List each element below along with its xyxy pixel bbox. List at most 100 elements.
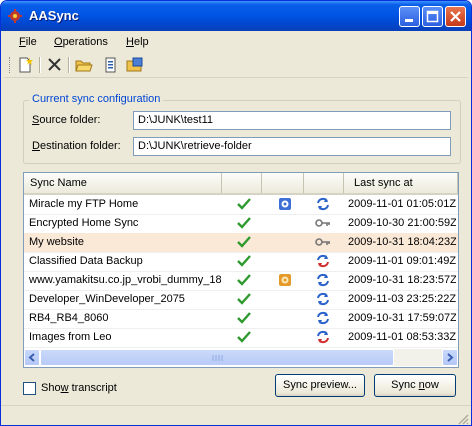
- source-folder-field[interactable]: D:\JUNK\test11: [133, 111, 451, 130]
- sync-now-button[interactable]: Sync now: [374, 374, 456, 397]
- menu-help[interactable]: Help: [126, 36, 149, 48]
- menu-file[interactable]: File: [19, 36, 37, 48]
- toolbar-separator: [68, 57, 70, 73]
- column-header-sync-name[interactable]: Sync Name: [24, 173, 222, 193]
- table-row[interactable]: RB4_RB4_8060 2009-10-31 17:59:07Z: [24, 309, 458, 329]
- direction-cell: [315, 273, 331, 290]
- table-row[interactable]: My website 2009-10-31 18:04:23Z: [24, 233, 458, 253]
- destination-folder-field[interactable]: D:\JUNK\retrieve-folder: [133, 137, 451, 156]
- table-row[interactable]: Developer_WinDeveloper_2075 2009-11-03 23…: [24, 290, 458, 310]
- sync-blue-icon: [317, 197, 329, 211]
- source-folder-label: Source folder:: [32, 114, 101, 126]
- scroll-thumb[interactable]: [40, 349, 394, 366]
- close-button[interactable]: [445, 6, 466, 27]
- check-icon: [237, 331, 251, 343]
- sync-red-icon: [317, 330, 329, 344]
- column-header-status[interactable]: [222, 173, 262, 193]
- sync-blue-icon: [317, 311, 329, 325]
- maximize-button[interactable]: [422, 6, 443, 27]
- show-transcript-checkbox[interactable]: [23, 382, 36, 395]
- maximize-icon: [426, 10, 439, 23]
- last-sync-cell: 2009-10-31 18:23:57Z: [348, 274, 456, 286]
- minimize-button[interactable]: [399, 6, 420, 27]
- sync-preview-button[interactable]: Sync preview...: [275, 374, 365, 397]
- table-row[interactable]: Images from Leo 2009-11-01 08:53:33Z: [24, 328, 458, 348]
- sync-name-cell: Miracle my FTP Home: [29, 198, 139, 210]
- last-sync-cell: 2009-11-01 01:05:01Z: [348, 198, 456, 210]
- last-sync-cell: 2009-11-01 08:53:33Z: [348, 331, 456, 343]
- activity-cell: [277, 273, 293, 290]
- delete-icon[interactable]: [45, 56, 65, 74]
- last-sync-cell: 2009-10-31 17:59:07Z: [348, 312, 456, 324]
- direction-cell: [315, 235, 331, 252]
- properties-icon[interactable]: [101, 56, 121, 74]
- app-icon: [8, 9, 22, 23]
- column-header-direction[interactable]: [304, 173, 344, 193]
- sync-name-cell: My website: [29, 236, 85, 248]
- scroll-left-button[interactable]: [24, 349, 40, 366]
- gear-blue-icon: [279, 198, 291, 210]
- activity-cell: [277, 197, 293, 214]
- group-title: Current sync configuration: [29, 93, 164, 105]
- status-cell: [236, 311, 252, 328]
- direction-cell: [315, 254, 331, 271]
- status-cell: [236, 235, 252, 252]
- toolbar: [4, 53, 468, 78]
- check-icon: [237, 274, 251, 286]
- table-row[interactable]: Miracle my FTP Home 2009-11-01 01:05:01Z: [24, 195, 458, 215]
- direction-cell: [315, 330, 331, 347]
- sync-name-cell: www.yamakitsu.co.jp_vrobi_dummy_188: [29, 274, 221, 286]
- last-sync-cell: 2009-10-30 21:00:59Z: [348, 217, 456, 229]
- horizontal-scrollbar[interactable]: [24, 349, 458, 366]
- key-icon: [315, 219, 330, 227]
- list-header: Sync Name Last sync at: [24, 173, 458, 195]
- close-icon: [450, 11, 461, 22]
- table-row[interactable]: www.yamakitsu.co.jp_vrobi_dummy_188 2009-…: [24, 271, 458, 291]
- scroll-left-icon: [28, 353, 35, 362]
- direction-cell: [315, 311, 331, 328]
- new-sync-icon[interactable]: [15, 56, 35, 74]
- direction-cell: [315, 197, 331, 214]
- sync-name-cell: RB4_RB4_8060: [29, 312, 109, 324]
- sync-list[interactable]: Sync Name Last sync at Miracle my FTP Ho…: [23, 172, 459, 368]
- window-title: AASync: [29, 8, 79, 23]
- title-bar[interactable]: AASync: [1, 1, 471, 31]
- check-icon: [237, 255, 251, 267]
- menu-bar: File Operations Help: [4, 32, 468, 52]
- open-folder-icon[interactable]: [74, 56, 94, 74]
- table-row[interactable]: Classified Data Backup 2009-11-01 09:01:4…: [24, 252, 458, 272]
- status-cell: [236, 330, 252, 347]
- menu-operations[interactable]: Operations: [54, 36, 108, 48]
- scroll-right-button[interactable]: [442, 349, 458, 366]
- check-icon: [237, 293, 251, 305]
- last-sync-cell: 2009-11-03 23:25:22Z: [348, 293, 456, 305]
- table-row[interactable]: Encrypted Home Sync 2009-10-30 21:00:59Z: [24, 214, 458, 234]
- column-header-activity[interactable]: [262, 173, 304, 193]
- gear-orange-icon: [279, 274, 291, 286]
- status-bar: [1, 405, 471, 425]
- status-cell: [236, 197, 252, 214]
- direction-cell: [315, 216, 331, 233]
- destination-folder-label: Destination folder:: [32, 140, 121, 152]
- check-icon: [237, 198, 251, 210]
- sync-name-cell: Encrypted Home Sync: [29, 217, 139, 229]
- resize-grip-icon[interactable]: [457, 413, 469, 425]
- sync-name-cell: Images from Leo: [29, 331, 112, 343]
- sync-blue-icon: [317, 273, 329, 287]
- status-cell: [236, 254, 252, 271]
- check-icon: [237, 236, 251, 248]
- minimize-icon: [405, 19, 413, 22]
- column-header-last-sync[interactable]: Last sync at: [344, 173, 458, 193]
- check-icon: [237, 217, 251, 229]
- toolbar-separator: [39, 57, 41, 73]
- show-transcript-label[interactable]: Show transcript: [41, 382, 117, 394]
- main-window: AASync File Operations Help Current sync…: [0, 0, 472, 426]
- sync-red-icon: [317, 254, 329, 268]
- status-cell: [236, 273, 252, 290]
- sync-name-cell: Classified Data Backup: [29, 255, 143, 267]
- direction-cell: [315, 292, 331, 309]
- export-folder-icon[interactable]: [125, 56, 145, 74]
- toolbar-grip[interactable]: [9, 57, 12, 73]
- grip-icon: [212, 355, 223, 361]
- check-icon: [237, 312, 251, 324]
